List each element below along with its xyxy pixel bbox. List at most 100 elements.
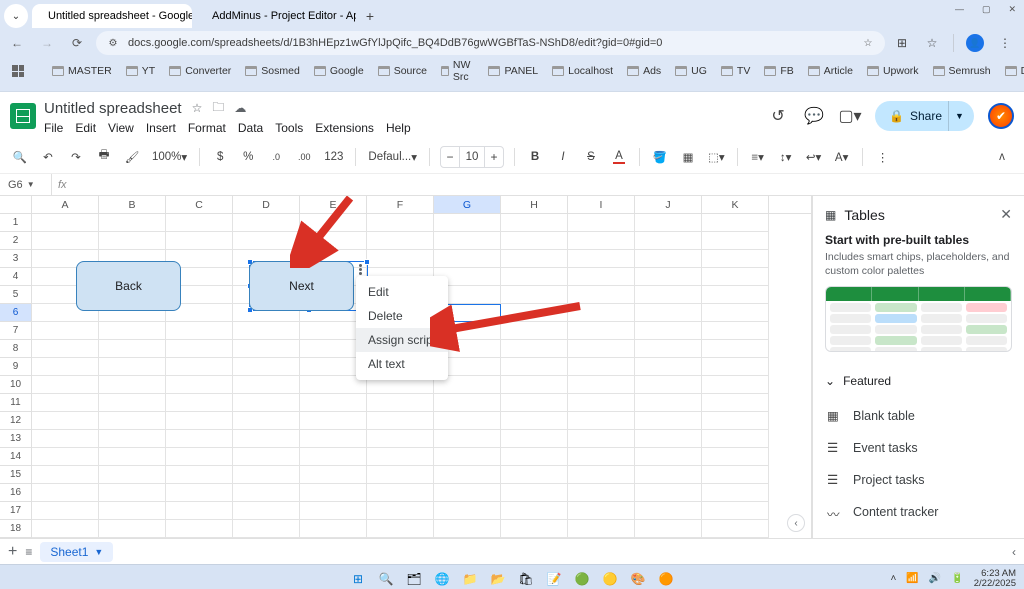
redo-icon[interactable]: ↷ — [66, 145, 86, 169]
browser-tab-inactive[interactable]: AddMinus - Project Editor - Ap ✕ — [196, 4, 356, 28]
drawing-next-button[interactable]: Next — [249, 261, 354, 311]
battery-icon[interactable]: 🔋 — [951, 573, 963, 584]
explorer-icon[interactable]: 📁 — [460, 569, 480, 589]
row-header[interactable]: 5 — [0, 286, 32, 304]
menu-item-edit[interactable]: Edit — [356, 280, 448, 304]
col-header-K[interactable]: K — [702, 196, 769, 213]
menu-file[interactable]: File — [44, 121, 63, 135]
col-header-F[interactable]: F — [367, 196, 434, 213]
explore-button[interactable]: ‹ — [787, 514, 805, 532]
format-123-button[interactable]: 123 — [322, 145, 345, 169]
bookmark-item[interactable]: Ads — [621, 57, 667, 85]
zoom-select[interactable]: 100% ▾ — [150, 145, 189, 169]
task-view-icon[interactable]: 🗂 — [404, 569, 424, 589]
font-size-plus[interactable]: + — [485, 150, 503, 164]
undo-icon[interactable]: ↶ — [38, 145, 58, 169]
star-icon[interactable]: ☆ — [861, 36, 875, 50]
row-header[interactable]: 18 — [0, 520, 32, 538]
row-header[interactable]: 6 — [0, 304, 32, 322]
drawing-back-button[interactable]: Back — [76, 261, 181, 311]
menu-item-assign-script[interactable]: Assign script — [356, 328, 448, 352]
taskbar-search-icon[interactable]: 🔍 — [376, 569, 396, 589]
add-sheet-button[interactable]: + — [8, 543, 17, 561]
bookmark-item[interactable]: Dou — [999, 57, 1024, 85]
bookmark-item[interactable]: FB — [758, 57, 799, 85]
scroll-left-icon[interactable]: ‹ — [1012, 545, 1016, 559]
template-project-tasks[interactable]: ☰Project tasks — [825, 464, 1012, 496]
increase-decimal-button[interactable]: .00 — [294, 145, 314, 169]
menu-format[interactable]: Format — [188, 121, 226, 135]
forward-button[interactable]: → — [36, 32, 58, 54]
row-header[interactable]: 9 — [0, 358, 32, 376]
bookmark-star-icon[interactable]: ☆ — [923, 34, 941, 52]
cloud-status-icon[interactable]: ☁ — [234, 101, 246, 115]
bookmark-item[interactable]: Converter — [163, 57, 237, 85]
folder-icon[interactable]: 📂 — [488, 569, 508, 589]
bookmark-item[interactable]: TV — [715, 57, 756, 85]
align-button[interactable]: ≡▾ — [748, 145, 768, 169]
bookmark-item[interactable]: Upwork — [861, 57, 925, 85]
bookmark-item[interactable]: UG — [669, 57, 713, 85]
bookmark-item[interactable]: YT — [120, 57, 161, 85]
col-header-E[interactable]: E — [300, 196, 367, 213]
minimize-icon[interactable]: — — [955, 4, 964, 8]
name-box[interactable]: G6 ▼ — [4, 174, 52, 195]
borders-button[interactable]: ▦ — [678, 145, 698, 169]
percent-button[interactable]: % — [238, 145, 258, 169]
notes-icon[interactable]: 📝 — [544, 569, 564, 589]
row-header[interactable]: 17 — [0, 502, 32, 520]
volume-icon[interactable]: 🔊 — [929, 573, 941, 584]
app2-icon[interactable]: 🎨 — [628, 569, 648, 589]
omnibox[interactable]: ⚙ docs.google.com/spreadsheets/d/1B3hHEp… — [96, 31, 885, 55]
font-select[interactable]: Defaul... ▾ — [366, 145, 419, 169]
font-size-value[interactable]: 10 — [459, 147, 485, 167]
row-header[interactable]: 13 — [0, 430, 32, 448]
bookmark-item[interactable]: NW Src — [435, 57, 481, 85]
star-doc-icon[interactable]: ☆ — [192, 101, 203, 115]
move-doc-icon[interactable]: 🗀 — [212, 98, 224, 119]
drawing-options-icon[interactable] — [355, 264, 365, 275]
italic-button[interactable]: I — [553, 145, 573, 169]
menu-item-delete[interactable]: Delete — [356, 304, 448, 328]
menu-edit[interactable]: Edit — [75, 121, 96, 135]
account-avatar[interactable]: ✔ — [988, 103, 1014, 129]
col-header-B[interactable]: B — [99, 196, 166, 213]
back-button[interactable]: ← — [6, 32, 28, 54]
col-header-A[interactable]: A — [32, 196, 99, 213]
history-icon[interactable]: ↺ — [767, 105, 789, 127]
text-color-button[interactable]: A — [609, 145, 629, 169]
spreadsheet-grid[interactable]: ABCDEFGHIJK 1234567891011121314151617181… — [0, 196, 812, 538]
bookmark-item[interactable]: Google — [308, 57, 370, 85]
row-header[interactable]: 7 — [0, 322, 32, 340]
template-blank-table[interactable]: ▦Blank table — [825, 400, 1012, 432]
row-header[interactable]: 14 — [0, 448, 32, 466]
maximize-icon[interactable]: ▢ — [982, 4, 991, 8]
decrease-decimal-button[interactable]: .0 — [266, 145, 286, 169]
bookmark-item[interactable]: Semrush — [927, 57, 997, 85]
menu-extensions[interactable]: Extensions — [315, 121, 374, 135]
doc-title[interactable]: Untitled spreadsheet — [44, 100, 182, 117]
edge-icon[interactable]: 🌐 — [432, 569, 452, 589]
bookmark-item[interactable]: Localhost — [546, 57, 619, 85]
row-header[interactable]: 16 — [0, 484, 32, 502]
fill-handle[interactable] — [498, 319, 503, 324]
col-header-J[interactable]: J — [635, 196, 702, 213]
sheets-logo-icon[interactable] — [10, 103, 36, 129]
taskbar-clock[interactable]: 6:23 AM 2/22/2025 — [974, 569, 1016, 589]
store-icon[interactable]: 🛍 — [516, 569, 536, 589]
wifi-icon[interactable]: 📶 — [906, 573, 918, 584]
valign-button[interactable]: ↕▾ — [776, 145, 796, 169]
template-content-tracker[interactable]: 〰Content tracker — [825, 496, 1012, 528]
sheet-tab-menu-icon[interactable]: ▼ — [94, 547, 103, 557]
all-sheets-button[interactable]: ≡ — [25, 545, 32, 559]
menu-tools[interactable]: Tools — [275, 121, 303, 135]
menu-insert[interactable]: Insert — [146, 121, 176, 135]
featured-section[interactable]: ⌄Featured — [825, 374, 1012, 388]
bookmark-item[interactable]: Source — [372, 57, 433, 85]
tray-chevron-icon[interactable]: ˄ — [891, 573, 897, 584]
rotate-button[interactable]: A▾ — [832, 145, 852, 169]
menu-item-alt-text[interactable]: Alt text — [356, 352, 448, 376]
row-header[interactable]: 1 — [0, 214, 32, 232]
start-button[interactable]: ⊞ — [348, 569, 368, 589]
toolbar-collapse-icon[interactable]: ʌ — [992, 145, 1012, 169]
